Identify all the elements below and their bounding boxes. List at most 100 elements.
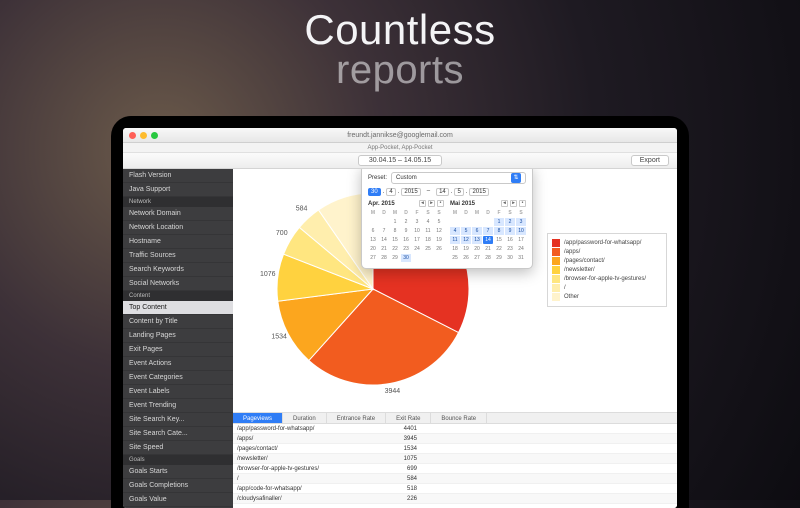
calendar-day[interactable]: 4 — [423, 218, 433, 226]
table-tabs[interactable]: PageviewsDurationEntrance RateExit RateB… — [233, 412, 677, 424]
calendar-day[interactable]: 9 — [505, 227, 515, 235]
calendar-right[interactable]: Mai 2015 ◂▸• MDMDFSS12345678910111213141… — [450, 200, 526, 262]
to-month[interactable]: 5 — [454, 188, 463, 196]
calendar-day[interactable]: 10 — [412, 227, 422, 235]
calendar-day[interactable]: 28 — [483, 254, 493, 262]
table-row[interactable]: /browser-for-apple-tv-gestures/699 — [233, 464, 677, 474]
calendar-day[interactable]: 25 — [423, 245, 433, 253]
calendar-day[interactable]: 20 — [472, 245, 482, 253]
sidebar-item[interactable]: Content by Title — [123, 315, 233, 329]
calendar-day[interactable]: 2 — [401, 218, 411, 226]
table-row[interactable]: /apps/3945 — [233, 434, 677, 444]
from-day[interactable]: 30 — [368, 188, 381, 196]
sidebar-item[interactable]: Goals Value — [123, 493, 233, 507]
table-row[interactable]: /cloudysafinaller/226 — [233, 494, 677, 504]
sidebar-item[interactable]: Event Labels — [123, 385, 233, 399]
calendar-day[interactable]: 27 — [472, 254, 482, 262]
calendar-day[interactable]: 2 — [505, 218, 515, 226]
sidebar-item[interactable]: Search Keywords — [123, 263, 233, 277]
sidebar-item[interactable]: Java Support — [123, 183, 233, 197]
calendar-day[interactable]: 29 — [494, 254, 504, 262]
calendar-day[interactable]: 28 — [379, 254, 389, 262]
calendar-day[interactable]: 7 — [483, 227, 493, 235]
calendar-day[interactable]: 30 — [505, 254, 515, 262]
calendar-day[interactable]: 1 — [494, 218, 504, 226]
to-year[interactable]: 2015 — [469, 188, 488, 196]
calendar-day[interactable]: 5 — [434, 218, 444, 226]
calendar-day[interactable]: 1 — [390, 218, 400, 226]
sidebar-item[interactable]: Top Content — [123, 301, 233, 315]
sidebar[interactable]: Flash VersionJava SupportNetworkNetwork … — [123, 169, 233, 508]
calendar-day[interactable]: 11 — [450, 236, 460, 244]
export-button[interactable]: Export — [631, 155, 669, 166]
sidebar-item[interactable]: Hostname — [123, 235, 233, 249]
sidebar-item[interactable]: Event Trending — [123, 399, 233, 413]
calendar-day[interactable]: 12 — [434, 227, 444, 235]
calendar-day[interactable]: 14 — [483, 236, 493, 244]
calendar-day[interactable]: 16 — [401, 236, 411, 244]
calendar-day[interactable]: 8 — [494, 227, 504, 235]
table-row[interactable]: /app/password-for-whatsapp/4401 — [233, 424, 677, 434]
calendar-left[interactable]: Apr. 2015 ◂▸• MDMDFSS1234567891011121314… — [368, 200, 444, 262]
date-picker-popover[interactable]: Preset: Custom ⇅ 30. 4. 2015 – — [361, 169, 533, 269]
calendar-day[interactable]: 18 — [423, 236, 433, 244]
calendar-day[interactable]: 20 — [368, 245, 378, 253]
calendar-day[interactable]: 23 — [401, 245, 411, 253]
sidebar-item[interactable]: Network Location — [123, 221, 233, 235]
calendar-day[interactable]: 5 — [461, 227, 471, 235]
sidebar-item[interactable]: Traffic Sources — [123, 249, 233, 263]
calendar-day[interactable]: 22 — [390, 245, 400, 253]
calendar-day[interactable]: 12 — [461, 236, 471, 244]
preset-select[interactable]: Custom ⇅ — [391, 172, 526, 184]
calendar-day[interactable]: 4 — [450, 227, 460, 235]
calendar-day[interactable]: 17 — [516, 236, 526, 244]
table-row[interactable]: /pages/contact/1534 — [233, 444, 677, 454]
calendar-day[interactable]: 13 — [368, 236, 378, 244]
calendar-day[interactable]: 21 — [379, 245, 389, 253]
calendar-right-nav[interactable]: ◂▸• — [501, 200, 526, 207]
calendar-day[interactable]: 6 — [472, 227, 482, 235]
tab[interactable]: Pageviews — [233, 413, 283, 423]
calendar-day[interactable]: 31 — [516, 254, 526, 262]
calendar-day[interactable]: 6 — [368, 227, 378, 235]
calendar-day[interactable]: 29 — [390, 254, 400, 262]
calendar-day[interactable]: 14 — [379, 236, 389, 244]
calendar-day[interactable]: 27 — [368, 254, 378, 262]
from-date-field[interactable]: 30. 4. 2015 — [368, 188, 421, 196]
sidebar-item[interactable]: Social Networks — [123, 277, 233, 291]
calendar-day[interactable]: 13 — [472, 236, 482, 244]
calendar-day[interactable]: 19 — [461, 245, 471, 253]
calendar-day[interactable]: 21 — [483, 245, 493, 253]
sidebar-item[interactable]: Goals Completions — [123, 479, 233, 493]
calendar-day[interactable]: 24 — [412, 245, 422, 253]
calendar-day[interactable]: 22 — [494, 245, 504, 253]
sidebar-item[interactable]: Landing Pages — [123, 329, 233, 343]
calendar-left-nav[interactable]: ◂▸• — [419, 200, 444, 207]
date-range-button[interactable]: 30.04.15 – 14.05.15 — [358, 155, 442, 166]
tab[interactable]: Duration — [283, 413, 327, 423]
sidebar-item[interactable]: Event Categories — [123, 371, 233, 385]
from-year[interactable]: 2015 — [401, 188, 420, 196]
calendar-day[interactable]: 9 — [401, 227, 411, 235]
calendar-day[interactable]: 15 — [494, 236, 504, 244]
sidebar-item[interactable]: Flash Version — [123, 169, 233, 183]
to-day[interactable]: 14 — [436, 188, 449, 196]
sidebar-item[interactable]: Network Domain — [123, 207, 233, 221]
sidebar-item[interactable]: Site Search Cate... — [123, 427, 233, 441]
calendar-day[interactable]: 15 — [390, 236, 400, 244]
table-row[interactable]: /584 — [233, 474, 677, 484]
sidebar-item[interactable]: Event Actions — [123, 357, 233, 371]
tab[interactable]: Entrance Rate — [327, 413, 386, 423]
calendar-day[interactable]: 18 — [450, 245, 460, 253]
sidebar-item[interactable]: Exit Pages — [123, 343, 233, 357]
calendar-day[interactable]: 24 — [516, 245, 526, 253]
calendar-day[interactable]: 8 — [390, 227, 400, 235]
tab[interactable]: Bounce Rate — [431, 413, 487, 423]
calendar-day[interactable]: 26 — [461, 254, 471, 262]
calendar-day[interactable]: 11 — [423, 227, 433, 235]
calendar-day[interactable]: 16 — [505, 236, 515, 244]
calendar-day[interactable]: 7 — [379, 227, 389, 235]
calendar-day[interactable]: 17 — [412, 236, 422, 244]
calendar-day[interactable]: 26 — [434, 245, 444, 253]
calendar-day[interactable]: 19 — [434, 236, 444, 244]
